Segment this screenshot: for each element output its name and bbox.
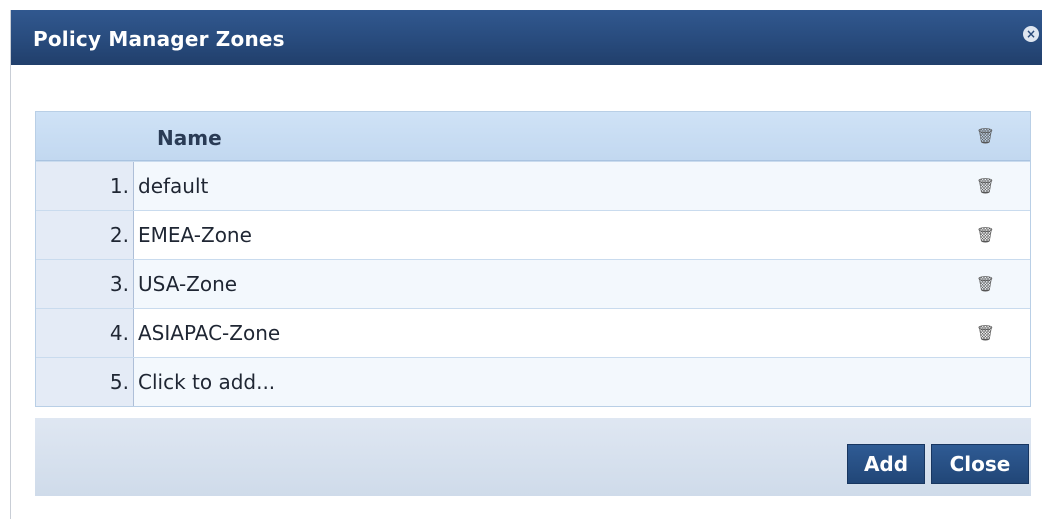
zone-name[interactable]: EMEA-Zone: [138, 211, 252, 259]
table-row[interactable]: 2. EMEA-Zone 🗑: [36, 210, 1030, 259]
row-background: [134, 211, 1030, 259]
column-header-name[interactable]: Name: [157, 126, 222, 150]
zone-name[interactable]: default: [138, 162, 208, 210]
zone-name[interactable]: USA-Zone: [138, 260, 237, 308]
dialog-titlebar: Policy Manager Zones ×: [11, 10, 1042, 65]
zones-table: Name 🗑 1. default 🗑 2. EMEA-Zone 🗑 3. US…: [35, 111, 1031, 407]
trash-icon[interactable]: 🗑: [976, 325, 995, 341]
table-row[interactable]: 1. default 🗑: [36, 161, 1030, 210]
table-header: Name 🗑: [36, 112, 1030, 161]
add-button[interactable]: Add: [847, 444, 925, 484]
trash-icon[interactable]: 🗑: [976, 128, 995, 144]
row-index: 1.: [36, 162, 134, 210]
row-index: 4.: [36, 309, 134, 357]
row-background: [134, 260, 1030, 308]
policy-manager-zones-dialog: Policy Manager Zones × Name 🗑 1. default…: [10, 10, 1042, 519]
dialog-footer: Add Close: [35, 418, 1031, 496]
trash-icon[interactable]: 🗑: [976, 227, 995, 243]
table-row[interactable]: 3. USA-Zone 🗑: [36, 259, 1030, 308]
close-button[interactable]: Close: [931, 444, 1029, 484]
row-index: 5.: [36, 358, 134, 406]
table-row[interactable]: 4. ASIAPAC-Zone 🗑: [36, 308, 1030, 357]
row-index: 3.: [36, 260, 134, 308]
zone-name[interactable]: ASIAPAC-Zone: [138, 309, 280, 357]
row-index: 2.: [36, 211, 134, 259]
trash-icon[interactable]: 🗑: [976, 276, 995, 292]
click-to-add-cell[interactable]: Click to add...: [138, 358, 275, 406]
table-row-add[interactable]: 5. Click to add...: [36, 357, 1030, 406]
trash-icon[interactable]: 🗑: [976, 178, 995, 194]
row-background: [134, 162, 1030, 210]
close-icon[interactable]: ×: [1023, 26, 1039, 42]
dialog-title: Policy Manager Zones: [33, 27, 285, 51]
